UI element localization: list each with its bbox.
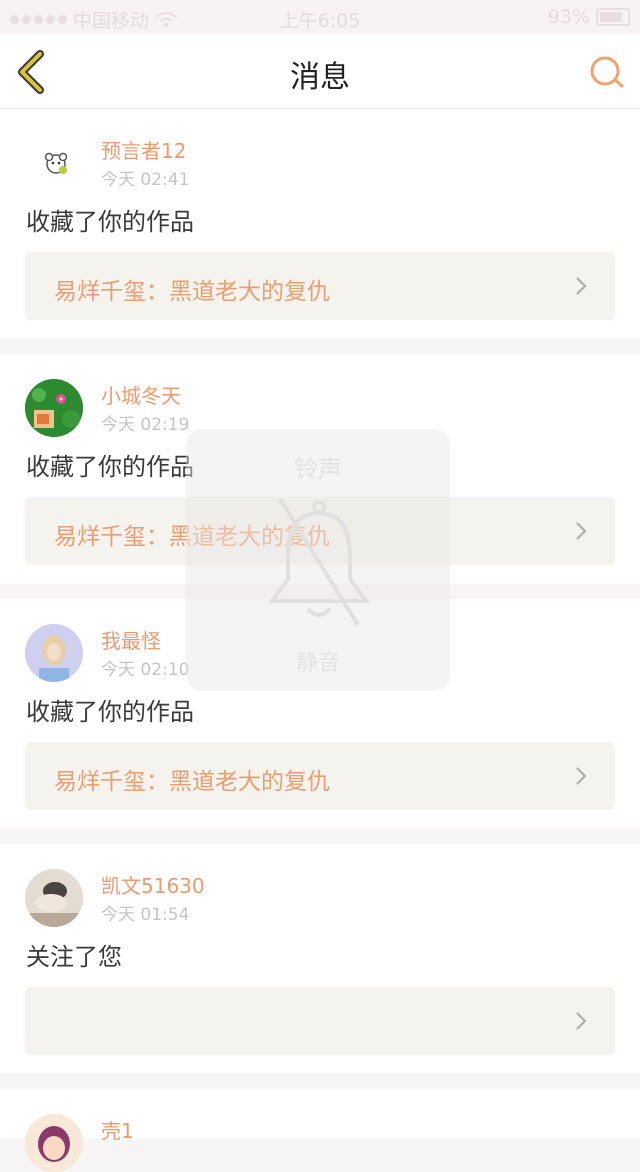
message-card[interactable]: 预言者12 今天 02:41 收藏了你的作品 易烊千玺：黑道老大的复仇 bbox=[0, 109, 640, 339]
portrait-avatar-icon bbox=[25, 624, 83, 682]
message-time: 今天 01:54 bbox=[101, 905, 190, 925]
message-time: 今天 02:10 bbox=[101, 660, 190, 680]
avatar[interactable] bbox=[25, 1114, 83, 1172]
hud-status: 静音 bbox=[295, 651, 340, 676]
battery-icon bbox=[596, 8, 630, 26]
work-link[interactable]: 易烊千玺：黑道老大的复仇 bbox=[25, 252, 615, 320]
message-time: 今天 02:19 bbox=[101, 415, 190, 435]
page-title: 消息 bbox=[290, 60, 350, 95]
hud-title: 铃声 bbox=[294, 455, 342, 483]
flower-avatar-icon bbox=[25, 379, 83, 437]
work-title: 易烊千玺：黑道老大的复仇 bbox=[54, 279, 330, 305]
status-bar: 中国移动 上午6:05 93% bbox=[0, 0, 640, 34]
username[interactable]: 凯文51630 bbox=[101, 870, 205, 899]
avatar[interactable] bbox=[25, 624, 83, 682]
photo-avatar-icon bbox=[25, 869, 83, 927]
message-card[interactable]: 壳1 bbox=[0, 1089, 640, 1172]
work-title: 易烊千玺：黑道老大的复仇 bbox=[54, 769, 330, 795]
battery-percent: 93% bbox=[547, 6, 590, 28]
username[interactable]: 壳1 bbox=[101, 1115, 134, 1144]
bell-muted-icon bbox=[268, 497, 370, 627]
cartoon-avatar-icon bbox=[25, 1114, 83, 1172]
chevron-right-icon bbox=[576, 522, 587, 540]
bear-avatar-icon bbox=[44, 152, 68, 174]
message-action: 收藏了你的作品 bbox=[26, 208, 194, 236]
status-time: 上午6:05 bbox=[279, 10, 361, 32]
message-action: 关注了您 bbox=[26, 943, 122, 971]
chevron-right-icon bbox=[576, 1012, 587, 1030]
work-link[interactable]: 易烊千玺：黑道老大的复仇 bbox=[25, 742, 615, 810]
avatar[interactable] bbox=[25, 869, 83, 927]
username[interactable]: 小城冬天 bbox=[101, 380, 181, 409]
message-card[interactable]: 凯文51630 今天 01:54 关注了您 bbox=[0, 844, 640, 1074]
avatar[interactable] bbox=[25, 379, 83, 437]
message-time: 今天 02:41 bbox=[101, 170, 190, 190]
username[interactable]: 我最怪 bbox=[101, 625, 161, 654]
avatar[interactable] bbox=[25, 134, 83, 192]
username[interactable]: 预言者12 bbox=[101, 135, 186, 164]
ringer-hud: 铃声 静音 bbox=[186, 429, 450, 691]
search-icon[interactable] bbox=[584, 52, 628, 92]
navigation-bar: 消息 bbox=[0, 34, 640, 109]
battery-group: 93% bbox=[548, 6, 630, 28]
chevron-right-icon bbox=[576, 767, 587, 785]
message-action: 收藏了你的作品 bbox=[26, 453, 194, 481]
message-action: 收藏了你的作品 bbox=[26, 698, 194, 726]
chevron-right-icon bbox=[576, 277, 587, 295]
work-link[interactable] bbox=[25, 987, 615, 1055]
